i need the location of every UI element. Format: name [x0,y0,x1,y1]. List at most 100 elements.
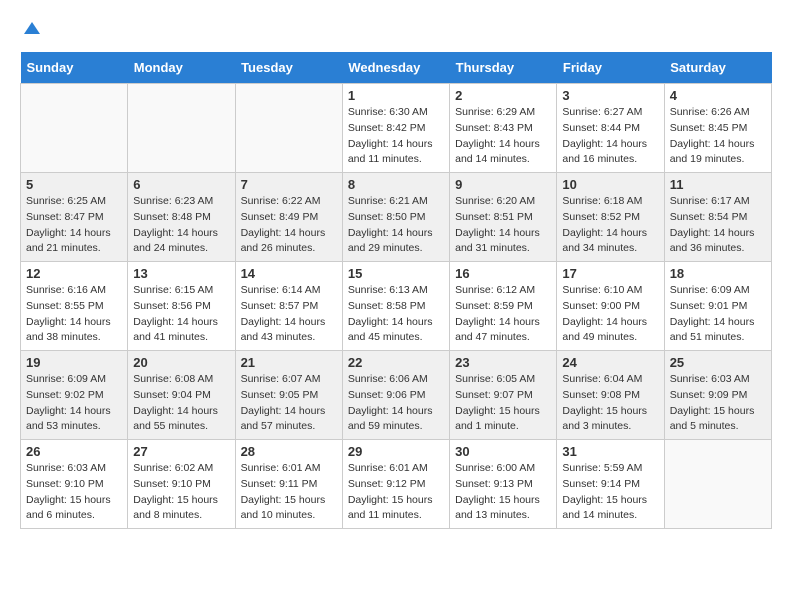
day-number: 12 [26,266,122,281]
day-info: Sunrise: 6:01 AMSunset: 9:12 PMDaylight:… [348,461,444,524]
day-number: 3 [562,88,658,103]
day-number: 24 [562,355,658,370]
calendar-header-tuesday: Tuesday [235,52,342,84]
day-info: Sunrise: 6:03 AMSunset: 9:10 PMDaylight:… [26,461,122,524]
day-info: Sunrise: 6:17 AMSunset: 8:54 PMDaylight:… [670,194,766,257]
day-info: Sunrise: 6:02 AMSunset: 9:10 PMDaylight:… [133,461,229,524]
day-info: Sunrise: 6:25 AMSunset: 8:47 PMDaylight:… [26,194,122,257]
day-number: 11 [670,177,766,192]
day-info: Sunrise: 6:20 AMSunset: 8:51 PMDaylight:… [455,194,551,257]
calendar-day: 7 Sunrise: 6:22 AMSunset: 8:49 PMDaylight… [235,173,342,262]
day-info: Sunrise: 6:29 AMSunset: 8:43 PMDaylight:… [455,105,551,168]
day-number: 8 [348,177,444,192]
day-info: Sunrise: 6:23 AMSunset: 8:48 PMDaylight:… [133,194,229,257]
day-info: Sunrise: 6:22 AMSunset: 8:49 PMDaylight:… [241,194,337,257]
logo [20,20,42,36]
calendar-day [21,84,128,173]
calendar-day: 27 Sunrise: 6:02 AMSunset: 9:10 PMDayligh… [128,440,235,529]
calendar-day: 31Sunrise: 5:59 AMSunset: 9:14 PMDayligh… [557,440,664,529]
calendar-day: 25 Sunrise: 6:03 AMSunset: 9:09 PMDayligh… [664,351,771,440]
calendar-day: 3 Sunrise: 6:27 AMSunset: 8:44 PMDaylight… [557,84,664,173]
day-number: 17 [562,266,658,281]
day-number: 5 [26,177,122,192]
calendar-day: 22 Sunrise: 6:06 AMSunset: 9:06 PMDayligh… [342,351,449,440]
day-info: Sunrise: 6:08 AMSunset: 9:04 PMDaylight:… [133,372,229,435]
calendar-day [664,440,771,529]
calendar-table: SundayMondayTuesdayWednesdayThursdayFrid… [20,52,772,529]
calendar-header-saturday: Saturday [664,52,771,84]
day-info: Sunrise: 6:26 AMSunset: 8:45 PMDaylight:… [670,105,766,168]
calendar-day: 10Sunrise: 6:18 AMSunset: 8:52 PMDayligh… [557,173,664,262]
calendar-day [235,84,342,173]
day-info: Sunrise: 6:00 AMSunset: 9:13 PMDaylight:… [455,461,551,524]
day-info: Sunrise: 6:13 AMSunset: 8:58 PMDaylight:… [348,283,444,346]
day-number: 23 [455,355,551,370]
calendar-day: 19 Sunrise: 6:09 AMSunset: 9:02 PMDayligh… [21,351,128,440]
day-info: Sunrise: 6:27 AMSunset: 8:44 PMDaylight:… [562,105,658,168]
calendar-day: 17 Sunrise: 6:10 AMSunset: 9:00 PMDayligh… [557,262,664,351]
calendar-header-monday: Monday [128,52,235,84]
calendar-day: 8 Sunrise: 6:21 AMSunset: 8:50 PMDaylight… [342,173,449,262]
day-info: Sunrise: 6:05 AMSunset: 9:07 PMDaylight:… [455,372,551,435]
day-number: 26 [26,444,122,459]
day-info: Sunrise: 6:30 AMSunset: 8:42 PMDaylight:… [348,105,444,168]
calendar-header-thursday: Thursday [450,52,557,84]
day-number: 25 [670,355,766,370]
day-number: 9 [455,177,551,192]
calendar-week-5: 26 Sunrise: 6:03 AMSunset: 9:10 PMDayligh… [21,440,772,529]
calendar-day: 5 Sunrise: 6:25 AMSunset: 8:47 PMDaylight… [21,173,128,262]
calendar-day: 13Sunrise: 6:15 AMSunset: 8:56 PMDayligh… [128,262,235,351]
calendar-day: 9 Sunrise: 6:20 AMSunset: 8:51 PMDaylight… [450,173,557,262]
day-info: Sunrise: 6:12 AMSunset: 8:59 PMDaylight:… [455,283,551,346]
day-number: 29 [348,444,444,459]
day-number: 27 [133,444,229,459]
day-number: 2 [455,88,551,103]
day-number: 28 [241,444,337,459]
day-number: 10 [562,177,658,192]
page-header [20,20,772,36]
day-info: Sunrise: 6:09 AMSunset: 9:02 PMDaylight:… [26,372,122,435]
calendar-week-2: 5 Sunrise: 6:25 AMSunset: 8:47 PMDaylight… [21,173,772,262]
day-info: Sunrise: 6:10 AMSunset: 9:00 PMDaylight:… [562,283,658,346]
calendar-day: 21 Sunrise: 6:07 AMSunset: 9:05 PMDayligh… [235,351,342,440]
calendar-day: 6 Sunrise: 6:23 AMSunset: 8:48 PMDaylight… [128,173,235,262]
day-number: 19 [26,355,122,370]
day-info: Sunrise: 6:01 AMSunset: 9:11 PMDaylight:… [241,461,337,524]
day-number: 22 [348,355,444,370]
calendar-day: 15 Sunrise: 6:13 AMSunset: 8:58 PMDayligh… [342,262,449,351]
calendar-week-4: 19 Sunrise: 6:09 AMSunset: 9:02 PMDayligh… [21,351,772,440]
day-number: 6 [133,177,229,192]
day-info: Sunrise: 6:07 AMSunset: 9:05 PMDaylight:… [241,372,337,435]
calendar-header-row: SundayMondayTuesdayWednesdayThursdayFrid… [21,52,772,84]
day-number: 4 [670,88,766,103]
day-number: 18 [670,266,766,281]
calendar-day: 4 Sunrise: 6:26 AMSunset: 8:45 PMDaylight… [664,84,771,173]
day-info: Sunrise: 6:21 AMSunset: 8:50 PMDaylight:… [348,194,444,257]
calendar-header-wednesday: Wednesday [342,52,449,84]
calendar-header-friday: Friday [557,52,664,84]
calendar-day: 23 Sunrise: 6:05 AMSunset: 9:07 PMDayligh… [450,351,557,440]
calendar-day: 14 Sunrise: 6:14 AMSunset: 8:57 PMDayligh… [235,262,342,351]
day-info: Sunrise: 6:14 AMSunset: 8:57 PMDaylight:… [241,283,337,346]
day-number: 7 [241,177,337,192]
calendar-week-3: 12Sunrise: 6:16 AMSunset: 8:55 PMDayligh… [21,262,772,351]
day-number: 21 [241,355,337,370]
logo-icon [22,20,42,40]
day-info: Sunrise: 6:03 AMSunset: 9:09 PMDaylight:… [670,372,766,435]
calendar-day: 11 Sunrise: 6:17 AMSunset: 8:54 PMDayligh… [664,173,771,262]
day-number: 31 [562,444,658,459]
calendar-header-sunday: Sunday [21,52,128,84]
calendar-day: 24 Sunrise: 6:04 AMSunset: 9:08 PMDayligh… [557,351,664,440]
day-number: 30 [455,444,551,459]
day-info: Sunrise: 6:06 AMSunset: 9:06 PMDaylight:… [348,372,444,435]
day-number: 14 [241,266,337,281]
calendar-day: 16Sunrise: 6:12 AMSunset: 8:59 PMDayligh… [450,262,557,351]
calendar-day: 29 Sunrise: 6:01 AMSunset: 9:12 PMDayligh… [342,440,449,529]
day-number: 15 [348,266,444,281]
day-info: Sunrise: 6:04 AMSunset: 9:08 PMDaylight:… [562,372,658,435]
day-info: Sunrise: 6:15 AMSunset: 8:56 PMDaylight:… [133,283,229,346]
calendar-day: 18 Sunrise: 6:09 AMSunset: 9:01 PMDayligh… [664,262,771,351]
day-info: Sunrise: 6:09 AMSunset: 9:01 PMDaylight:… [670,283,766,346]
calendar-day: 30 Sunrise: 6:00 AMSunset: 9:13 PMDayligh… [450,440,557,529]
calendar-day [128,84,235,173]
